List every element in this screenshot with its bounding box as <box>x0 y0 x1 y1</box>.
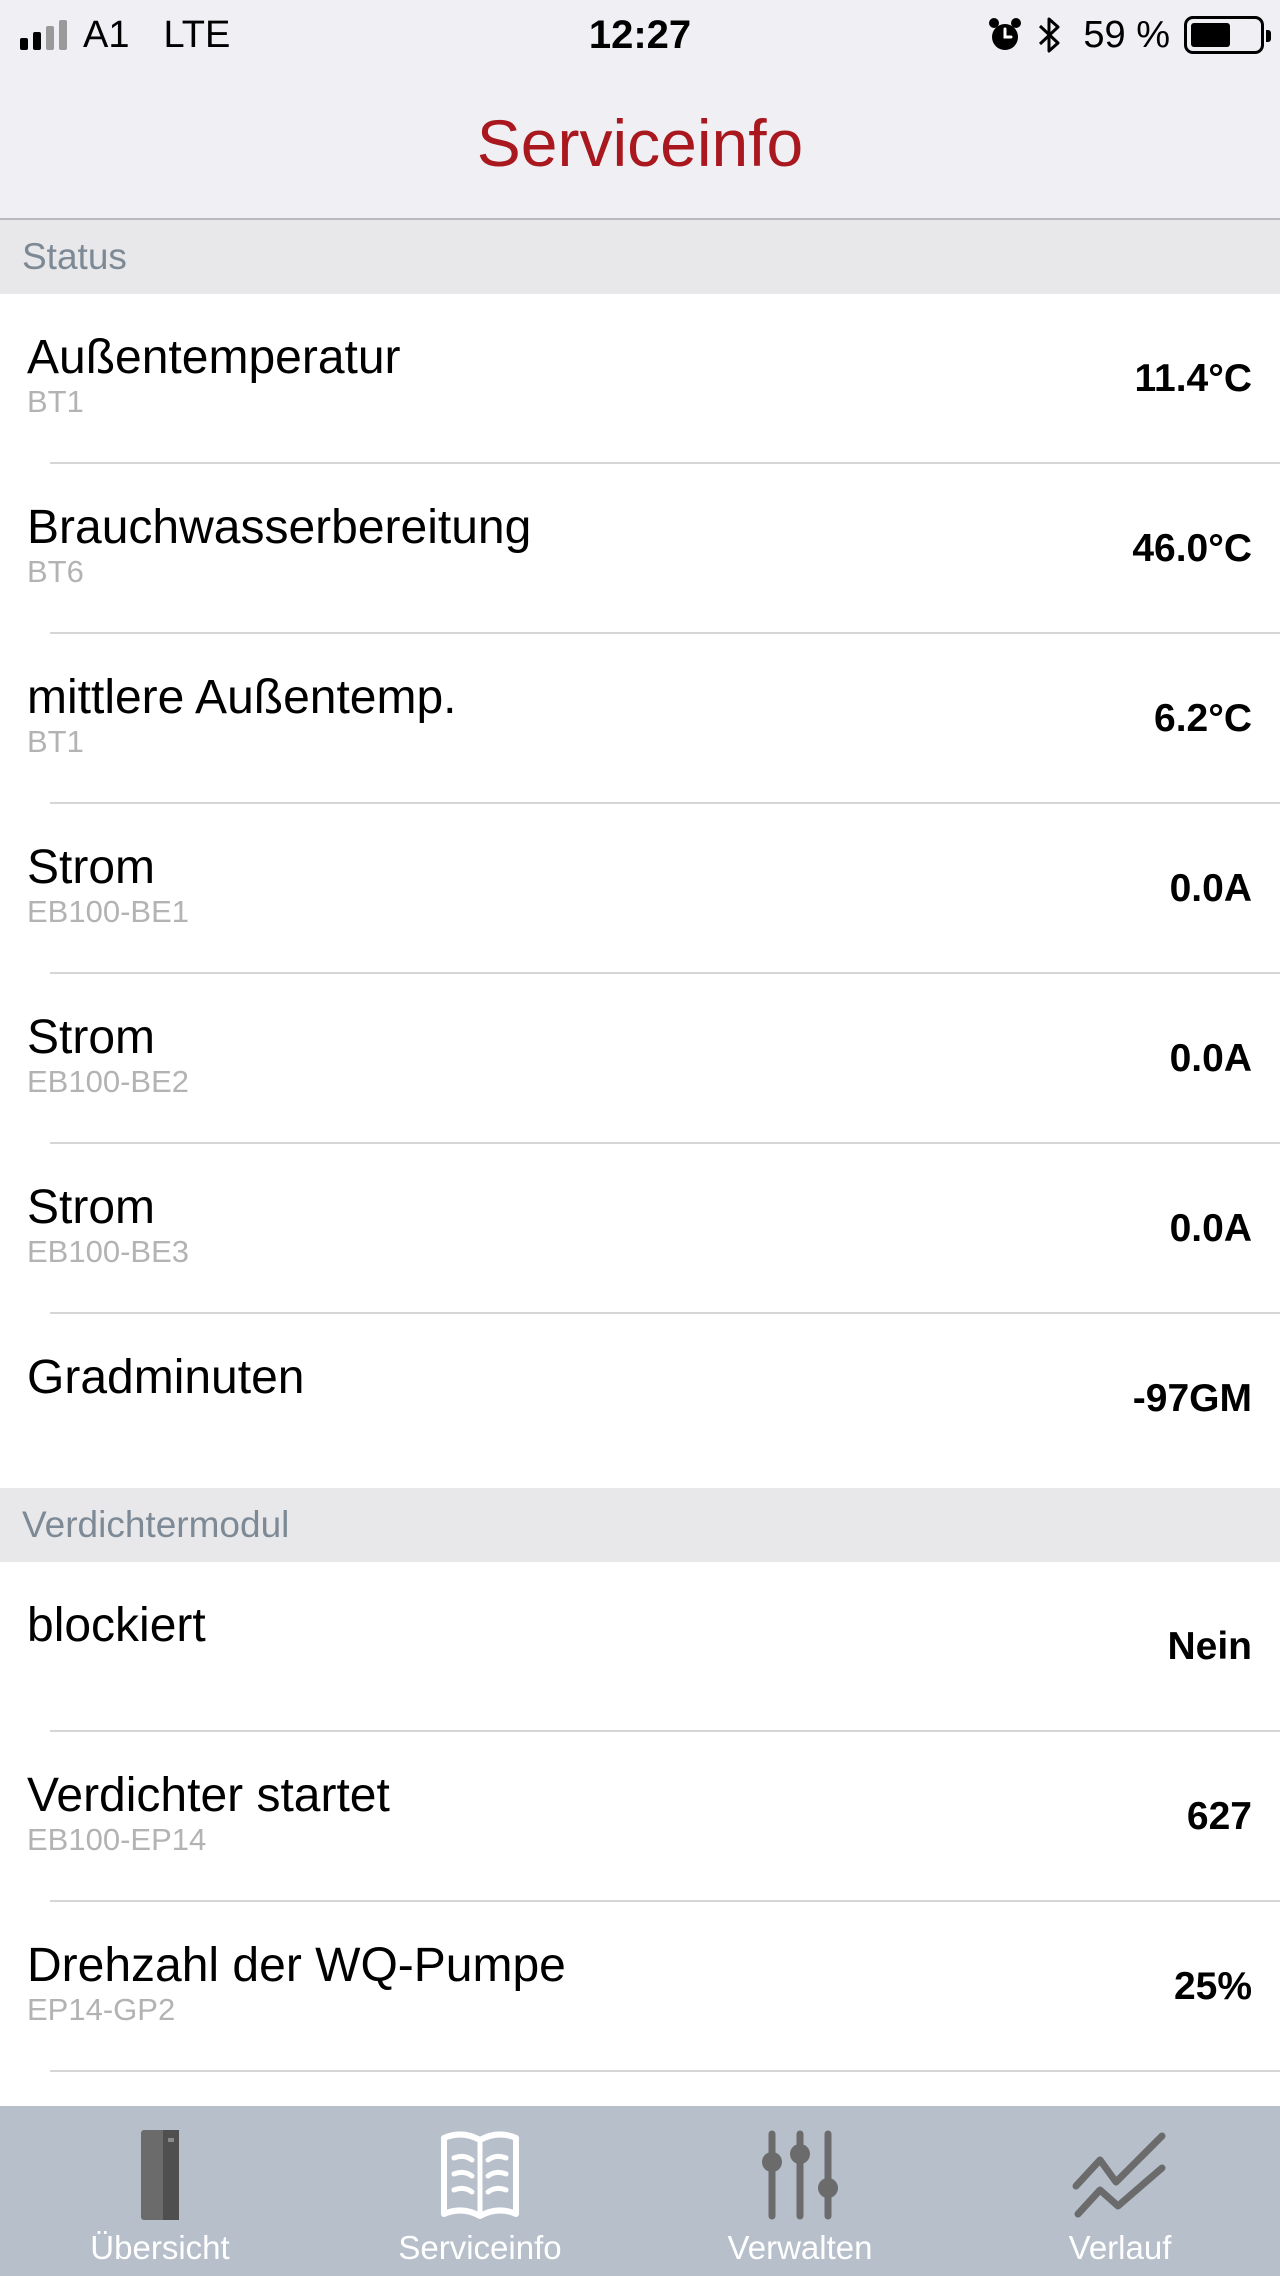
serviceinfo-screen: A1 LTE 12:27 59 % Serviceinfo Status Auß… <box>0 0 1280 2276</box>
chart-icon <box>1072 2132 1166 2218</box>
row-value: 6.2°C <box>1154 697 1252 740</box>
status-right: 59 % <box>987 12 1271 58</box>
battery-icon <box>1184 16 1271 54</box>
row-label: blockiert <box>27 1599 206 1652</box>
tab-verwalten[interactable]: Verwalten <box>640 2106 960 2276</box>
list-item[interactable]: Strom EB100-BE3 0.0A <box>0 1144 1280 1314</box>
row-label: Drehzahl der WQ-Pumpe <box>27 1939 566 1992</box>
row-label: Außentemperatur <box>27 331 401 384</box>
list-item[interactable]: Drehzahl der WQ-Pumpe EP14-GP2 25% <box>0 1902 1280 2072</box>
status-bar: A1 LTE 12:27 59 % <box>0 0 1280 72</box>
row-sublabel: EB100-BE3 <box>27 1234 189 1269</box>
tab-label: Verwalten <box>727 2229 873 2266</box>
list-item[interactable]: mittlere Außentemp. BT1 6.2°C <box>0 634 1280 804</box>
list-item[interactable]: Strom EB100-BE2 0.0A <box>0 974 1280 1144</box>
row-sublabel: BT6 <box>27 554 84 589</box>
tab-bar: Übersicht Serviceinfo Verwalten Verlauf <box>0 2106 1280 2276</box>
list-item[interactable]: Brauchwasserbereitung BT6 46.0°C <box>0 464 1280 634</box>
row-value: Nein <box>1167 1625 1252 1668</box>
tab-label: Verlauf <box>1068 2229 1172 2266</box>
row-value: 0.0A <box>1169 1207 1252 1250</box>
row-value: 627 <box>1186 1795 1252 1838</box>
row-sublabel: EB100-BE1 <box>27 894 189 929</box>
list-item[interactable]: Außentemperatur BT1 11.4°C <box>0 294 1280 464</box>
row-sublabel: BT1 <box>27 724 84 759</box>
row-label: Gradminuten <box>27 1351 305 1404</box>
tab-uebersicht[interactable]: Übersicht <box>0 2106 320 2276</box>
tab-verlauf[interactable]: Verlauf <box>960 2106 1280 2276</box>
list-item[interactable]: Gradminuten -97GM <box>0 1314 1280 1484</box>
row-label: Strom <box>27 1011 156 1064</box>
row-label: mittlere Außentemp. <box>27 671 457 724</box>
book-icon <box>441 2131 519 2219</box>
row-value: 0.0A <box>1169 1037 1252 1080</box>
row-sublabel: EP14-GP2 <box>27 1992 176 2027</box>
row-label: Strom <box>27 1181 156 1234</box>
row-label: Strom <box>27 841 156 894</box>
row-value: -97GM <box>1132 1377 1252 1420</box>
tab-label: Übersicht <box>90 2229 230 2266</box>
bluetooth-icon <box>1039 17 1060 53</box>
row-value: 46.0°C <box>1132 527 1252 570</box>
row-label: Brauchwasserbereitung <box>27 501 532 554</box>
row-label: Verdichter startet <box>27 1769 390 1822</box>
nav-bar: Serviceinfo <box>0 72 1280 220</box>
row-sublabel: EB100-BE2 <box>27 1064 189 1099</box>
page-title: Serviceinfo <box>476 106 804 180</box>
list-item[interactable]: Verdichter startet EB100-EP14 627 <box>0 1732 1280 1902</box>
row-divider <box>50 2070 1280 2072</box>
row-value: 25% <box>1173 1965 1252 2008</box>
battery-percent: 59 % <box>1083 14 1170 56</box>
unit-icon <box>141 2130 179 2220</box>
sliders-icon <box>762 2130 838 2220</box>
tab-serviceinfo[interactable]: Serviceinfo <box>320 2106 640 2276</box>
list-item[interactable]: blockiert Nein <box>0 1562 1280 1732</box>
section-header-verdichtermodul: Verdichtermodul <box>0 1488 1280 1562</box>
tab-label: Serviceinfo <box>398 2229 562 2266</box>
alarm-icon <box>989 18 1022 50</box>
row-value: 11.4°C <box>1134 357 1252 400</box>
list-item[interactable]: Strom EB100-BE1 0.0A <box>0 804 1280 974</box>
row-sublabel: EB100-EP14 <box>27 1822 207 1857</box>
row-value: 0.0A <box>1169 867 1252 910</box>
section-header-status: Status <box>0 220 1280 294</box>
row-sublabel: BT1 <box>27 384 84 419</box>
battery-fill <box>1191 23 1230 47</box>
